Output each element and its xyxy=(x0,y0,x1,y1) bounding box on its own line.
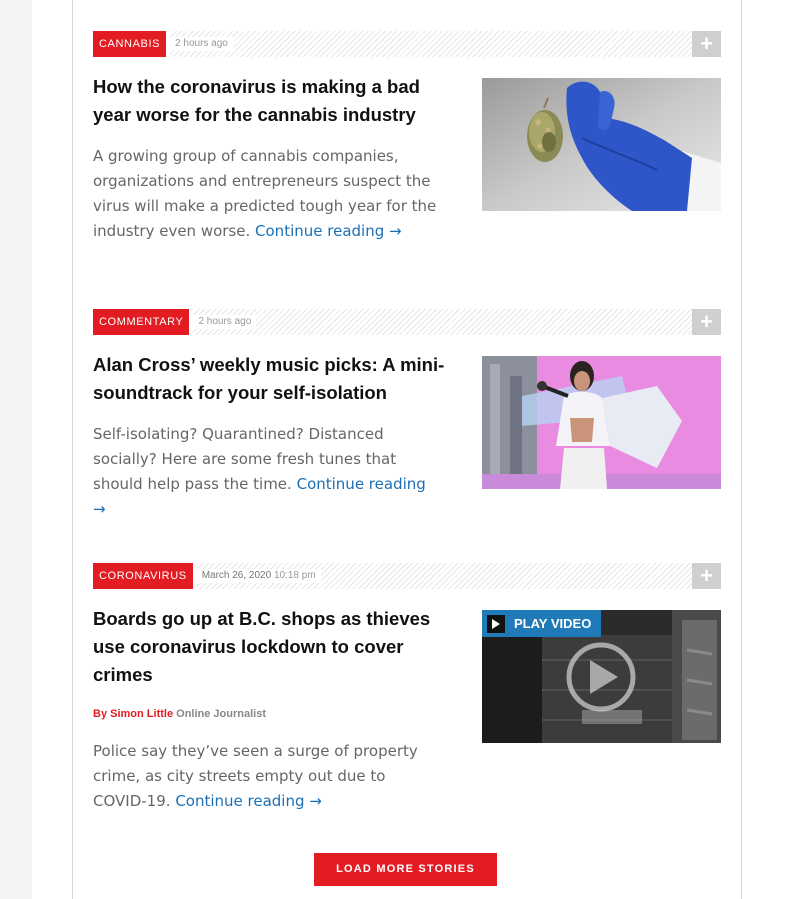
story-thumbnail[interactable] xyxy=(482,356,721,489)
add-story-button[interactable]: + xyxy=(692,31,721,57)
category-badge[interactable]: COMMENTARY xyxy=(93,309,190,335)
story-meta-row: COMMENTARY 2 hours ago + xyxy=(93,309,721,335)
timestamp-time: 2 hours ago xyxy=(198,316,252,327)
author-role: Online Journalist xyxy=(176,708,266,720)
timestamp: 2 hours ago xyxy=(170,37,233,51)
story-summary: Self-isolating? Quarantined? Distanced s… xyxy=(93,422,443,522)
meta-stripe: March 26, 2020 10:18 pm xyxy=(196,563,692,589)
timestamp-time: 2 hours ago xyxy=(175,38,228,49)
singer-on-stage-icon xyxy=(482,356,721,489)
gloved-hand-cannabis-icon xyxy=(482,78,721,211)
play-video-button[interactable]: PLAY VIDEO xyxy=(482,610,602,637)
play-video-label: PLAY VIDEO xyxy=(514,616,592,631)
timestamp: March 26, 2020 10:18 pm xyxy=(196,569,321,583)
meta-stripe: 2 hours ago xyxy=(193,309,692,335)
story-card: COMMENTARY 2 hours ago + Alan Cross’ wee… xyxy=(93,309,721,524)
continue-reading-link[interactable]: Continue reading → xyxy=(175,792,322,810)
story-thumbnail[interactable] xyxy=(482,78,721,211)
story-meta-row: CORONAVIRUS March 26, 2020 10:18 pm + xyxy=(93,563,721,589)
timestamp-date: March 26, 2020 xyxy=(201,570,272,581)
continue-reading-link[interactable]: Continue reading → xyxy=(255,222,402,240)
timestamp-time: 10:18 pm xyxy=(273,570,316,581)
play-icon xyxy=(487,614,505,633)
story-summary: A growing group of cannabis companies, o… xyxy=(93,144,443,244)
timestamp: 2 hours ago xyxy=(193,315,257,329)
category-badge[interactable]: CORONAVIRUS xyxy=(93,563,193,589)
video-thumbnail[interactable]: PLAY VIDEO xyxy=(482,610,721,743)
load-more-stories-button[interactable]: LOAD MORE STORIES xyxy=(314,853,497,886)
story-headline[interactable]: Alan Cross’ weekly music picks: A mini-s… xyxy=(93,351,448,407)
story-card: CORONAVIRUS March 26, 2020 10:18 pm + Bo… xyxy=(93,563,721,813)
story-summary: Police say they’ve seen a surge of prope… xyxy=(93,739,443,814)
category-badge[interactable]: CANNABIS xyxy=(93,31,167,57)
story-card: CANNABIS 2 hours ago + How the coronavir… xyxy=(93,31,721,271)
story-headline[interactable]: How the coronavirus is making a bad year… xyxy=(93,73,448,129)
meta-stripe: 2 hours ago xyxy=(170,31,692,57)
byline: By Simon Little Online Journalist xyxy=(93,707,266,721)
author-name[interactable]: Simon Little xyxy=(110,708,173,720)
byline-prefix: By xyxy=(93,708,108,720)
story-meta-row: CANNABIS 2 hours ago + xyxy=(93,31,721,57)
story-headline[interactable]: Boards go up at B.C. shops as thieves us… xyxy=(93,605,448,689)
add-story-button[interactable]: + xyxy=(692,563,721,589)
add-story-button[interactable]: + xyxy=(692,309,721,335)
